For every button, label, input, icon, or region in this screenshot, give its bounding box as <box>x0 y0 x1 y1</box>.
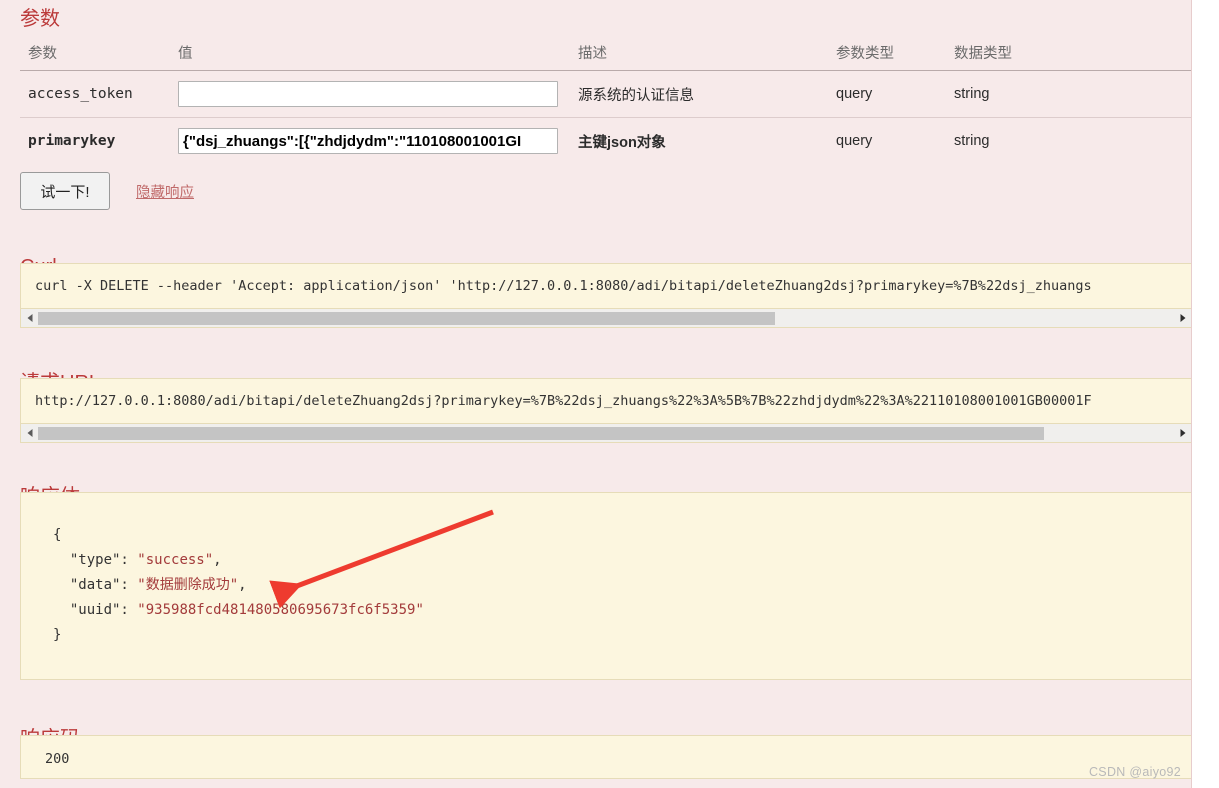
json-value-data: "数据删除成功" <box>137 577 239 593</box>
json-key-data: "data": <box>69 577 138 593</box>
column-header-param: 参数 <box>20 40 170 71</box>
param-type-access-token: query <box>828 70 946 118</box>
url-scrollbar-thumb[interactable] <box>38 426 1045 440</box>
scroll-left-icon[interactable] <box>21 425 38 442</box>
scroll-right-icon[interactable] <box>1174 310 1191 327</box>
watermark: CSDN @aiyo92 <box>1088 765 1181 779</box>
url-scrollbar-track[interactable] <box>1044 427 1174 440</box>
curl-command-text: curl -X DELETE --header 'Accept: applica… <box>35 278 1092 294</box>
json-line-close: } <box>53 627 62 643</box>
param-name-primarykey: primarykey <box>28 133 116 149</box>
param-value-cell-access-token <box>170 70 570 118</box>
request-url-box: http://127.0.0.1:8080/adi/bitapi/deleteZ… <box>20 378 1191 424</box>
json-value-type: "success" <box>137 552 214 568</box>
json-comma-data: , <box>238 577 247 593</box>
primarykey-input[interactable] <box>178 128 558 154</box>
json-key-uuid: "uuid": <box>69 602 138 618</box>
table-row: access_token 源系统的认证信息 query string <box>20 70 1191 118</box>
scroll-left-icon[interactable] <box>21 310 38 327</box>
url-horizontal-scrollbar[interactable] <box>20 424 1191 443</box>
access-token-input[interactable] <box>178 81 558 107</box>
curl-code-box: curl -X DELETE --header 'Accept: applica… <box>20 263 1191 309</box>
try-it-out-button[interactable]: 试一下! <box>20 172 110 210</box>
param-desc-access-token: 源系统的认证信息 <box>570 70 828 118</box>
data-type-primarykey: string <box>954 133 990 149</box>
curl-horizontal-scrollbar[interactable] <box>20 309 1191 328</box>
curl-scrollbar-thumb[interactable] <box>38 311 776 325</box>
column-header-param-type: 参数类型 <box>828 40 946 71</box>
column-header-desc: 描述 <box>570 40 828 71</box>
parameters-title: 参数 <box>20 8 60 30</box>
column-header-data-type: 数据类型 <box>946 40 1191 71</box>
tryout-row: 试一下! 隐藏响应 <box>20 172 194 210</box>
param-desc-primarykey: 主键json对象 <box>578 134 666 151</box>
json-key-type: "type": <box>69 552 138 568</box>
curl-scrollbar-track[interactable] <box>775 312 1174 325</box>
response-body-box: { "type": "success", "data": "数据删除成功", "… <box>20 492 1191 680</box>
data-type-access-token: string <box>946 70 1191 118</box>
response-body-json: { "type": "success", "data": "数据删除成功", "… <box>21 493 1191 648</box>
json-comma-type: , <box>213 552 222 568</box>
parameters-header-row: 参数 值 描述 参数类型 数据类型 <box>20 40 1191 71</box>
hide-response-link[interactable]: 隐藏响应 <box>136 181 194 202</box>
scroll-right-icon[interactable] <box>1174 425 1191 442</box>
json-line-open: { <box>53 527 62 543</box>
param-value-cell-primarykey <box>170 118 570 165</box>
column-header-value: 值 <box>170 40 570 71</box>
swagger-operation-panel: 参数 参数 值 描述 参数类型 数据类型 access_token 源系统的认证… <box>0 0 1192 788</box>
request-url-text: http://127.0.0.1:8080/adi/bitapi/deleteZ… <box>35 393 1092 409</box>
json-value-uuid: "935988fcd481480580695673fc6f5359" <box>137 602 424 618</box>
table-row: primarykey 主键json对象 query string <box>20 118 1191 165</box>
response-code-box: 200 <box>20 735 1191 779</box>
response-code-text: 200 <box>45 751 70 767</box>
parameters-table: 参数 值 描述 参数类型 数据类型 access_token 源系统的认证信息 … <box>20 40 1191 165</box>
param-name-access-token: access_token <box>20 70 170 118</box>
param-type-primarykey: query <box>836 133 873 149</box>
